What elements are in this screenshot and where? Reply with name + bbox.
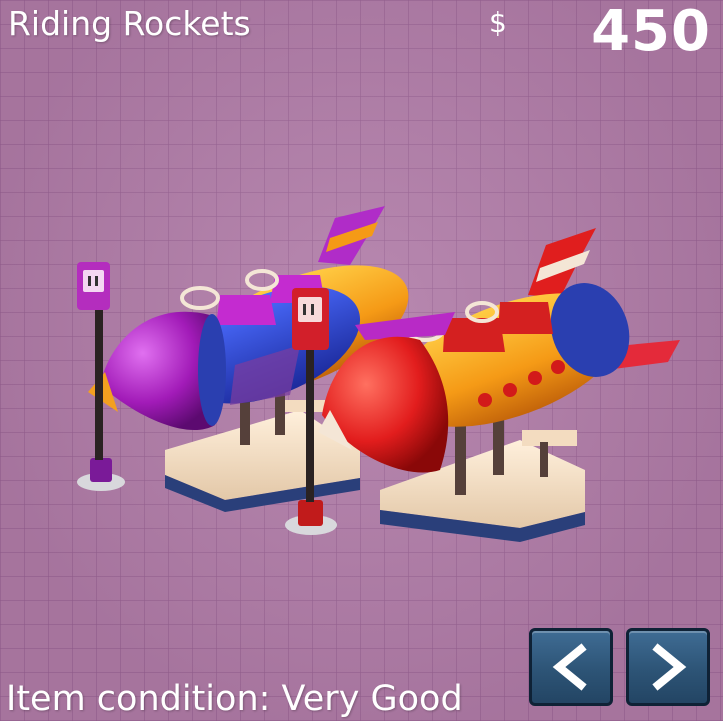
chevron-right-icon (652, 643, 687, 691)
riding-rockets-preview (77, 206, 680, 542)
next-item-button[interactable] (626, 628, 710, 706)
previous-item-button[interactable] (529, 628, 613, 706)
item-condition: Item condition: Very Good (6, 679, 463, 719)
chevron-left-icon (552, 643, 587, 691)
